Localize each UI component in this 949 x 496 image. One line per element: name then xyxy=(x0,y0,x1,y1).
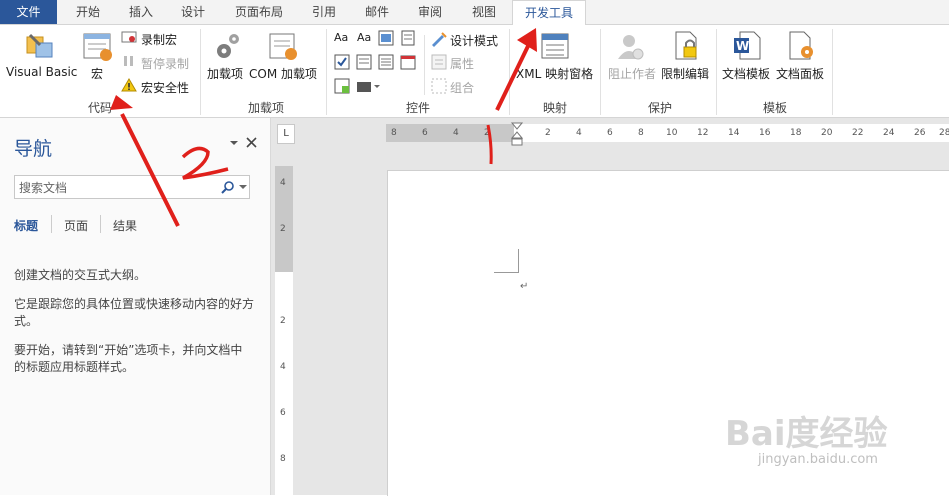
watermark-url: jingyan.baidu.com xyxy=(758,452,878,467)
watermark-logo: Bai度经验 xyxy=(725,414,888,454)
